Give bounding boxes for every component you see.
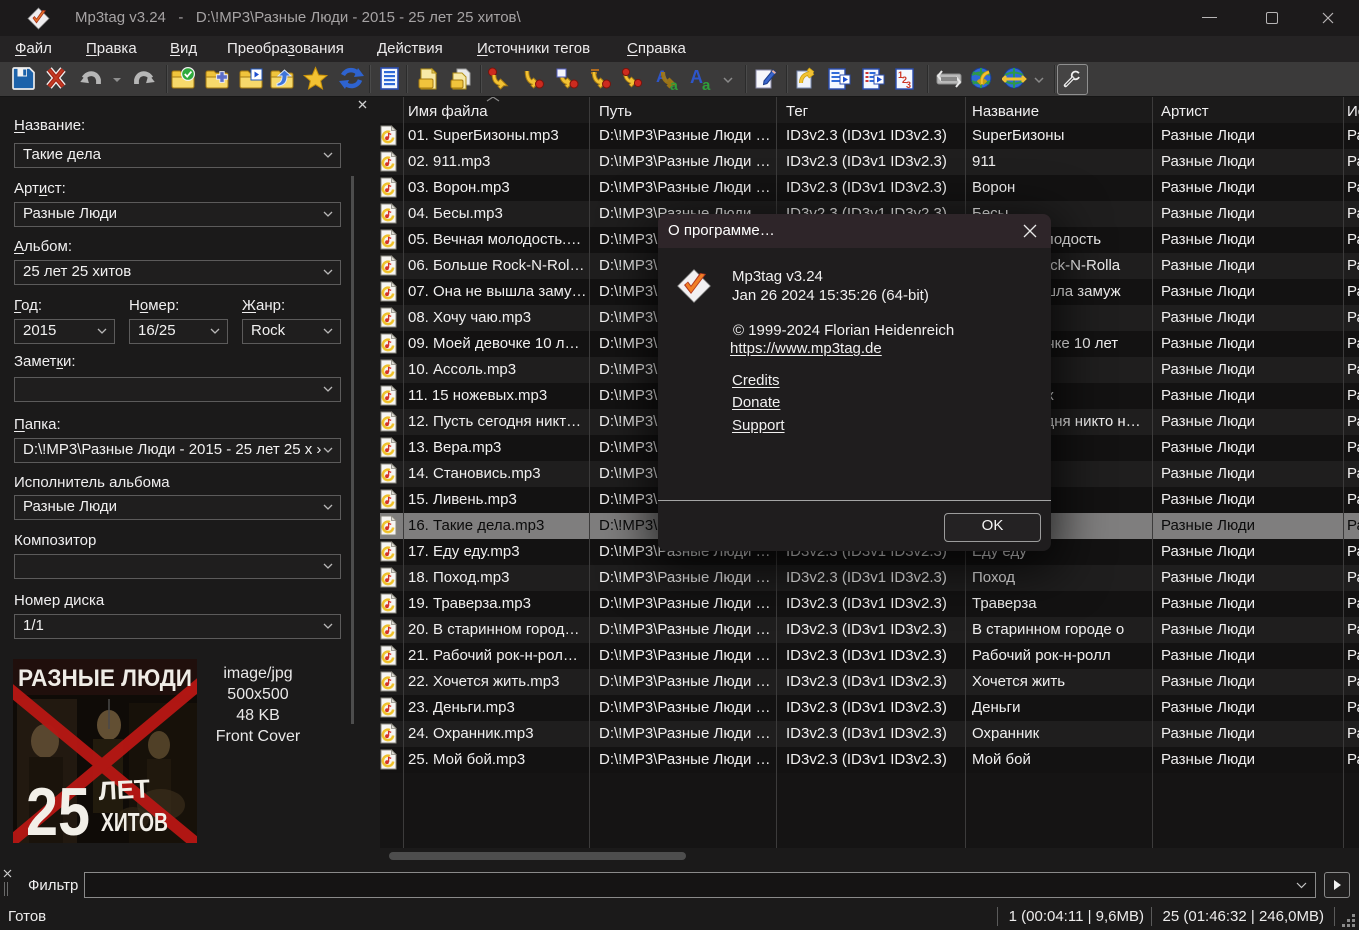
svg-text:ХИТОВ: ХИТОВ [101, 807, 168, 837]
svg-text:a: a [670, 77, 678, 91]
svg-text:25: 25 [26, 774, 90, 843]
svg-text:3: 3 [906, 80, 911, 90]
svg-text:a: a [702, 77, 711, 91]
svg-text:ЛЕТ: ЛЕТ [98, 773, 151, 806]
